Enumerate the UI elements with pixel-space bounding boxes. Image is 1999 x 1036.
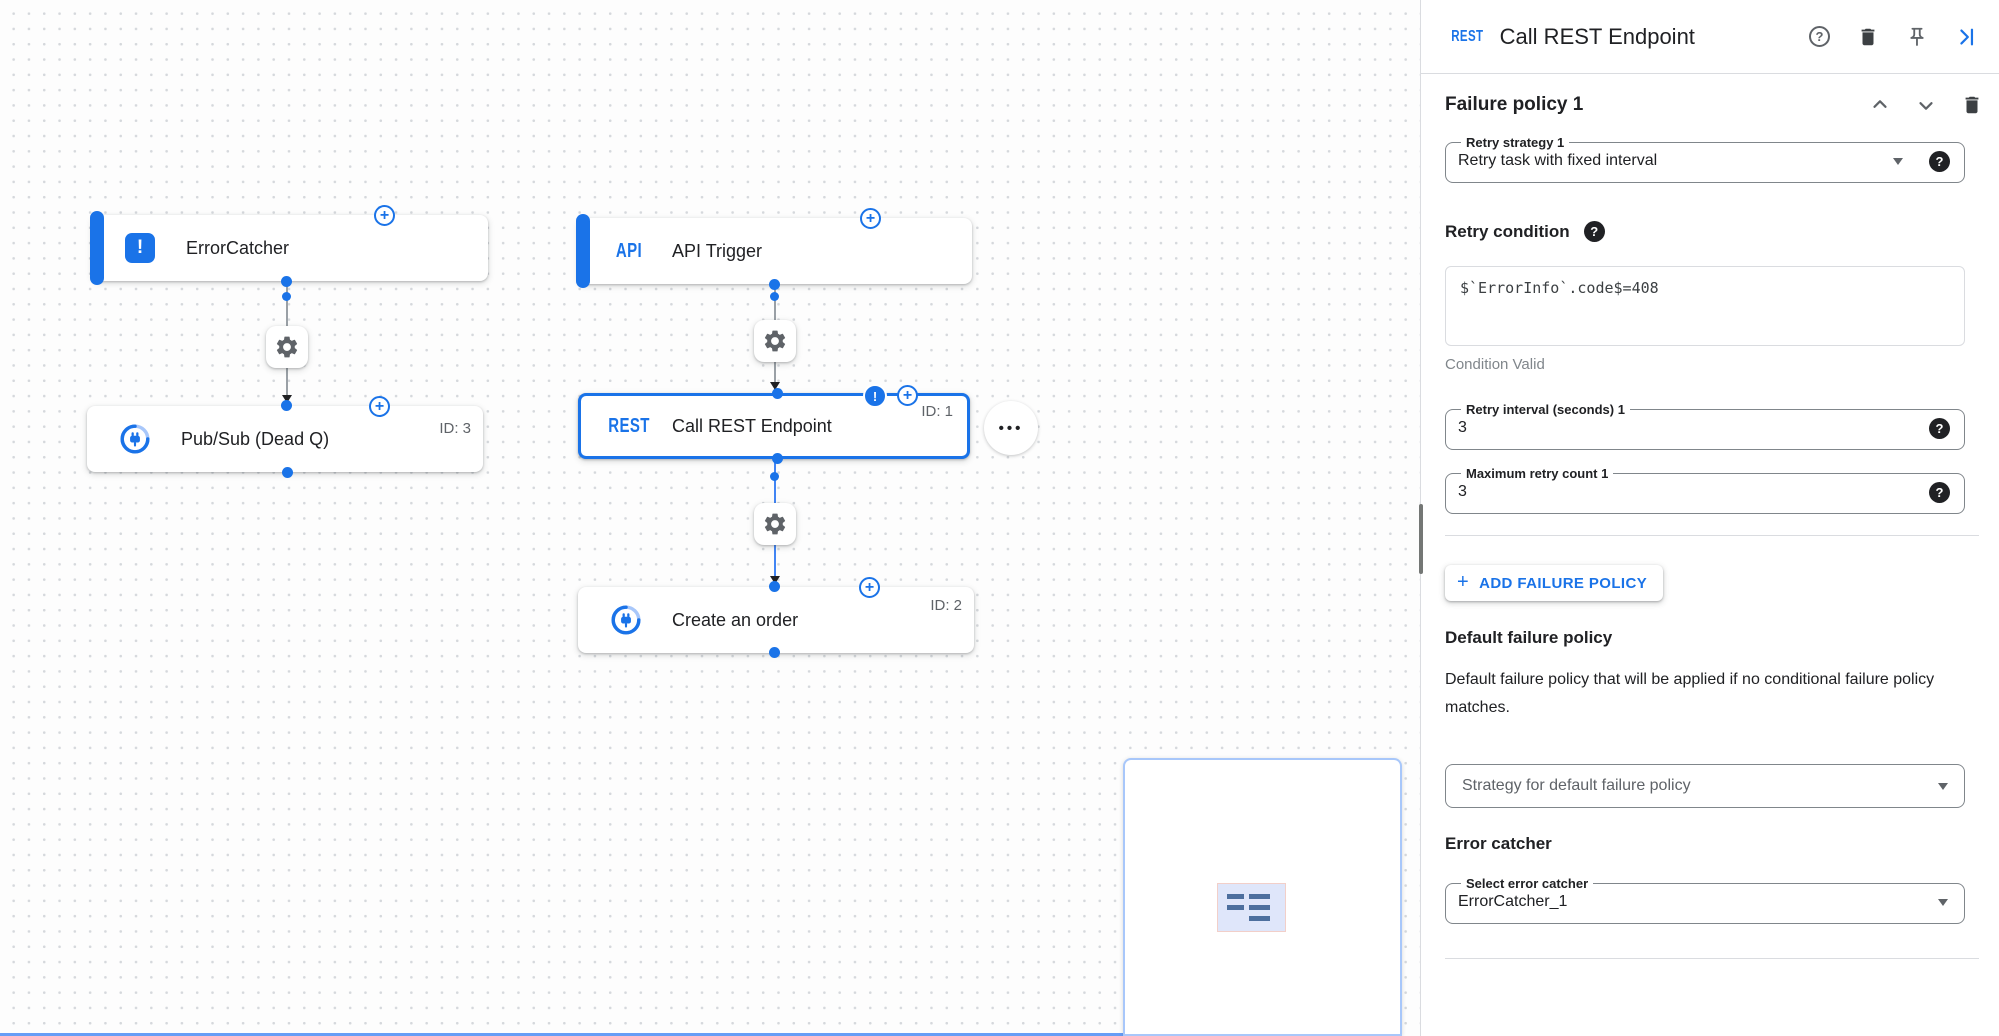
rest-badge: REST [1451, 28, 1483, 46]
port-errorcatcher-out[interactable] [281, 276, 292, 287]
gear-icon [274, 334, 300, 360]
default-strategy-placeholder: Strategy for default failure policy [1462, 777, 1938, 795]
port-rest-in[interactable] [772, 388, 783, 399]
edge-dot[interactable] [770, 472, 779, 481]
help-icon[interactable]: ? [1809, 26, 1830, 47]
retry-condition-label: Retry condition [1445, 222, 1570, 242]
add-failure-policy-label: ADD FAILURE POLICY [1479, 575, 1647, 592]
node-id-label: ID: 3 [439, 420, 471, 437]
edge-dot[interactable] [282, 292, 291, 301]
delete-policy-icon[interactable] [1961, 94, 1983, 116]
task-config-panel: REST Call REST Endpoint ? Failure policy… [1420, 0, 1999, 1036]
select-error-catcher-field[interactable]: Select error catcher ErrorCatcher_1 [1445, 876, 1965, 924]
retry-strategy-value: Retry task with fixed interval [1458, 152, 1893, 170]
add-task-button[interactable]: + [897, 385, 918, 406]
connector-icon [119, 423, 151, 455]
section-divider [1445, 958, 1979, 959]
node-id-label: ID: 1 [921, 403, 953, 420]
default-failure-policy-title: Default failure policy [1445, 628, 1979, 648]
failure-policy-title: Failure policy 1 [1445, 94, 1869, 116]
gear-icon [762, 511, 788, 537]
delete-task-icon[interactable] [1857, 26, 1879, 48]
edge-config-gear-button[interactable] [266, 326, 308, 368]
failure-policy-header: Failure policy 1 [1445, 94, 1979, 116]
dropdown-caret-icon[interactable] [1938, 899, 1948, 906]
canvas-minimap[interactable] [1123, 758, 1402, 1036]
minimap-node-icon [1217, 883, 1286, 932]
panel-scrollbar[interactable] [1419, 504, 1423, 574]
port-rest-out[interactable] [772, 453, 783, 464]
max-retry-count-value[interactable]: 3 [1458, 483, 1929, 501]
add-task-button[interactable]: + [860, 208, 881, 229]
panel-title: Call REST Endpoint [1500, 24, 1809, 50]
failure-policy-badge[interactable]: ! [863, 384, 887, 408]
max-retry-count-label: Maximum retry count 1 [1461, 466, 1613, 481]
retry-interval-label: Retry interval (seconds) 1 [1461, 402, 1630, 417]
max-retry-count-field[interactable]: Maximum retry count 1 3 ? [1445, 466, 1965, 514]
help-icon[interactable]: ? [1929, 482, 1950, 503]
help-icon[interactable]: ? [1584, 221, 1605, 242]
retry-interval-field[interactable]: Retry interval (seconds) 1 3 ? [1445, 402, 1965, 450]
edge-config-gear-button[interactable] [754, 503, 796, 545]
dropdown-caret-icon[interactable] [1938, 783, 1948, 790]
retry-strategy-select[interactable]: Retry strategy 1 Retry task with fixed i… [1445, 135, 1965, 183]
port-pubsub-out[interactable] [282, 467, 293, 478]
node-label: Pub/Sub (Dead Q) [181, 429, 329, 450]
api-logo: API [603, 240, 656, 263]
node-id-label: ID: 2 [930, 597, 962, 614]
workflow-canvas[interactable]: ! ErrorCatcher + API API Trigger + Pub/S… [0, 0, 1420, 1036]
default-strategy-select[interactable]: Strategy for default failure policy [1445, 764, 1965, 808]
error-catcher-title: Error catcher [1445, 834, 1979, 854]
help-icon[interactable]: ? [1929, 418, 1950, 439]
retry-strategy-label: Retry strategy 1 [1461, 135, 1569, 150]
help-icon[interactable]: ? [1929, 151, 1950, 172]
edge-dot[interactable] [770, 292, 779, 301]
panel-header: REST Call REST Endpoint ? [1421, 0, 1999, 74]
add-task-button[interactable]: + [374, 205, 395, 226]
port-pubsub-in[interactable] [281, 400, 292, 411]
dropdown-caret-icon[interactable] [1893, 158, 1903, 165]
node-pubsub-dead-q[interactable]: Pub/Sub (Dead Q) ID: 3 + [87, 406, 483, 472]
add-task-button[interactable]: + [369, 396, 390, 417]
connector-icon [610, 604, 642, 636]
retry-condition-input[interactable]: $`ErrorInfo`.code$=408 [1445, 266, 1965, 346]
node-call-rest-endpoint[interactable]: REST Call REST Endpoint ID: 1 ! + [578, 393, 970, 459]
port-apitrigger-out[interactable] [769, 279, 780, 290]
add-failure-policy-button[interactable]: + ADD FAILURE POLICY [1445, 565, 1663, 601]
add-task-button[interactable]: + [859, 577, 880, 598]
node-api-trigger[interactable]: API API Trigger + [578, 218, 972, 284]
select-error-catcher-label: Select error catcher [1461, 876, 1593, 891]
port-createorder-out[interactable] [769, 647, 780, 658]
integration-designer: ! ErrorCatcher + API API Trigger + Pub/S… [0, 0, 1999, 1036]
pin-icon[interactable] [1906, 26, 1928, 48]
rest-logo: REST [603, 415, 656, 438]
move-down-icon[interactable] [1915, 94, 1937, 116]
gear-icon [762, 328, 788, 354]
node-more-options-button[interactable]: ••• [984, 401, 1038, 455]
move-up-icon[interactable] [1869, 94, 1891, 116]
retry-interval-value[interactable]: 3 [1458, 419, 1929, 437]
node-label: Create an order [672, 610, 798, 631]
error-catcher-icon: ! [125, 233, 155, 263]
plus-icon: + [1457, 571, 1469, 594]
retry-condition-section: Retry condition ? [1445, 221, 1979, 242]
error-catcher-value: ErrorCatcher_1 [1458, 893, 1938, 911]
node-label: ErrorCatcher [186, 238, 289, 259]
port-createorder-in[interactable] [769, 581, 780, 592]
node-label: API Trigger [672, 241, 762, 262]
node-label: Call REST Endpoint [672, 416, 832, 437]
section-divider [1445, 535, 1979, 536]
node-error-catcher[interactable]: ! ErrorCatcher + [92, 215, 488, 281]
collapse-panel-icon[interactable] [1955, 26, 1977, 48]
default-failure-policy-description: Default failure policy that will be appl… [1445, 666, 1970, 722]
edge-config-gear-button[interactable] [754, 320, 796, 362]
node-create-an-order[interactable]: Create an order ID: 2 + [578, 587, 974, 653]
condition-status-text: Condition Valid [1445, 356, 1979, 373]
